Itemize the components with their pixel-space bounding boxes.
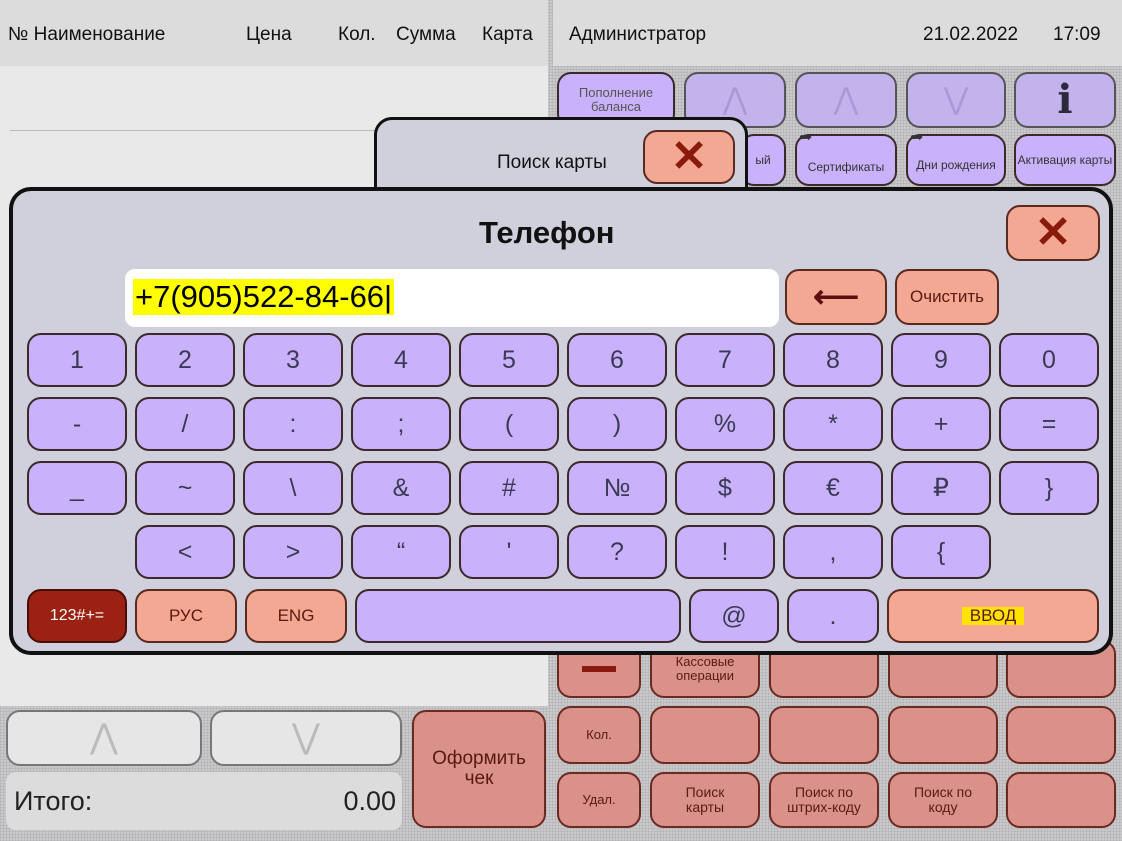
keyboard-key[interactable]: $: [675, 461, 775, 515]
keyboard-key[interactable]: №: [567, 461, 667, 515]
phone-dialog-close-button[interactable]: ✕: [1006, 205, 1100, 261]
col-name: № Наименование: [8, 24, 166, 45]
keyboard-key[interactable]: ): [567, 397, 667, 451]
scroll-up-2-button[interactable]: ⋀: [795, 72, 897, 128]
keyboard-key[interactable]: “: [351, 525, 451, 579]
keyboard-key[interactable]: <: [135, 525, 235, 579]
search-barcode-button[interactable]: Поиск по штрих-коду: [769, 772, 879, 828]
keyboard-key[interactable]: #: [459, 461, 559, 515]
keyboard-key[interactable]: &: [351, 461, 451, 515]
space-key[interactable]: [355, 589, 681, 643]
card-activation-button[interactable]: Активация карты: [1014, 134, 1116, 186]
keyboard-key[interactable]: 1: [27, 333, 127, 387]
keyboard-key[interactable]: !: [675, 525, 775, 579]
total-panel: Итого: 0.00: [6, 772, 402, 830]
keyboard-key[interactable]: ₽: [891, 461, 991, 515]
info-icon: i: [1057, 76, 1073, 123]
keyboard-key[interactable]: }: [999, 461, 1099, 515]
search-dialog-close-button[interactable]: ✕: [643, 130, 735, 184]
empty-button-6[interactable]: [888, 706, 998, 764]
keyboard-key[interactable]: 9: [891, 333, 991, 387]
keyboard-key[interactable]: ,: [783, 525, 883, 579]
at-key[interactable]: @: [689, 589, 779, 643]
keyboard-key[interactable]: €: [783, 461, 883, 515]
col-sum: Сумма: [396, 24, 456, 45]
keyboard-key[interactable]: {: [891, 525, 991, 579]
keyboard-key[interactable]: 8: [783, 333, 883, 387]
keyboard-key[interactable]: ': [459, 525, 559, 579]
keyboard-key[interactable]: *: [783, 397, 883, 451]
birthdays-button[interactable]: ➦ Дни рождения: [906, 129, 1006, 186]
keyboard-key[interactable]: 6: [567, 333, 667, 387]
receipt-header: № Наименование Цена Кол. Сумма Карта: [0, 0, 548, 66]
keyboard-key[interactable]: ~: [135, 461, 235, 515]
search-card-button[interactable]: Поиск карты: [650, 772, 760, 828]
col-price: Цена: [246, 24, 292, 45]
english-layout-button[interactable]: ENG: [245, 589, 347, 643]
total-label: Итого:: [14, 786, 93, 816]
clear-button[interactable]: Очистить: [895, 269, 999, 325]
arrow-icon: ➦: [799, 129, 813, 146]
keyboard-key[interactable]: :: [243, 397, 343, 451]
keyboard-key[interactable]: 0: [999, 333, 1099, 387]
time: 17:09: [1053, 24, 1101, 45]
dot-key[interactable]: .: [787, 589, 879, 643]
delete-button[interactable]: Удал.: [557, 772, 641, 828]
backspace-button[interactable]: ⟵: [785, 269, 887, 325]
date: 21.02.2022: [923, 24, 1019, 45]
chevron-up-icon: ⋀: [90, 718, 118, 757]
backspace-icon: ⟵: [813, 278, 859, 315]
close-icon: ✕: [670, 131, 708, 181]
user-name: Администратор: [569, 24, 707, 45]
col-card: Карта: [482, 24, 533, 45]
keyboard-key[interactable]: >: [243, 525, 343, 579]
keyboard-key[interactable]: (: [459, 397, 559, 451]
russian-layout-button[interactable]: РУС: [135, 589, 237, 643]
keyboard-key[interactable]: %: [675, 397, 775, 451]
keyboard-key[interactable]: +: [891, 397, 991, 451]
status-header: Администратор 21.02.2022 17:09: [553, 0, 1122, 66]
checkout-button[interactable]: Оформить чек: [412, 710, 546, 828]
empty-button-5[interactable]: [769, 706, 879, 764]
chevron-up-icon: ⋀: [833, 83, 859, 117]
enter-button[interactable]: ВВОД: [887, 589, 1099, 643]
chevron-up-icon: ⋀: [722, 83, 748, 117]
list-scroll-down-button[interactable]: ⋁: [210, 710, 402, 766]
keyboard-key[interactable]: 3: [243, 333, 343, 387]
close-icon: ✕: [1034, 207, 1072, 257]
empty-button-7[interactable]: [1006, 706, 1116, 764]
keyboard-key[interactable]: =: [999, 397, 1099, 451]
arrow-icon: ➦: [910, 129, 924, 146]
symbols-mode-button[interactable]: 123#+=: [27, 589, 127, 643]
keyboard-key[interactable]: -: [27, 397, 127, 451]
phone-input[interactable]: +7(905)522-84-66|: [125, 269, 779, 327]
empty-button-8[interactable]: [1006, 772, 1116, 828]
keyboard-key[interactable]: \: [243, 461, 343, 515]
phone-input-value: +7(905)522-84-66|: [133, 279, 395, 315]
keyboard-key[interactable]: 5: [459, 333, 559, 387]
list-scroll-up-button[interactable]: ⋀: [6, 710, 202, 766]
quantity-button[interactable]: Кол.: [557, 706, 641, 764]
phone-dialog-title: Телефон: [479, 215, 615, 250]
keyboard-key[interactable]: _: [27, 461, 127, 515]
keyboard-key[interactable]: /: [135, 397, 235, 451]
empty-button-4[interactable]: [650, 706, 760, 764]
info-button[interactable]: i: [1014, 72, 1116, 128]
certificates-button[interactable]: ➦ Сертификаты: [795, 129, 897, 186]
keyboard-key[interactable]: 2: [135, 333, 235, 387]
keyboard-key[interactable]: 4: [351, 333, 451, 387]
search-code-button[interactable]: Поиск по коду: [888, 772, 998, 828]
scroll-down-button[interactable]: ⋁: [906, 72, 1006, 128]
search-dialog-title: Поиск карты: [497, 152, 607, 173]
keyboard-key[interactable]: 7: [675, 333, 775, 387]
total-value: 0.00: [343, 786, 396, 816]
phone-input-dialog: Телефон ✕ +7(905)522-84-66| ⟵ Очистить 1…: [9, 187, 1113, 655]
chevron-down-icon: ⋁: [292, 718, 320, 757]
col-qty: Кол.: [338, 24, 376, 45]
keyboard-key[interactable]: ;: [351, 397, 451, 451]
chevron-down-icon: ⋁: [943, 83, 969, 117]
keyboard-key[interactable]: ?: [567, 525, 667, 579]
minus-icon: [582, 666, 616, 672]
